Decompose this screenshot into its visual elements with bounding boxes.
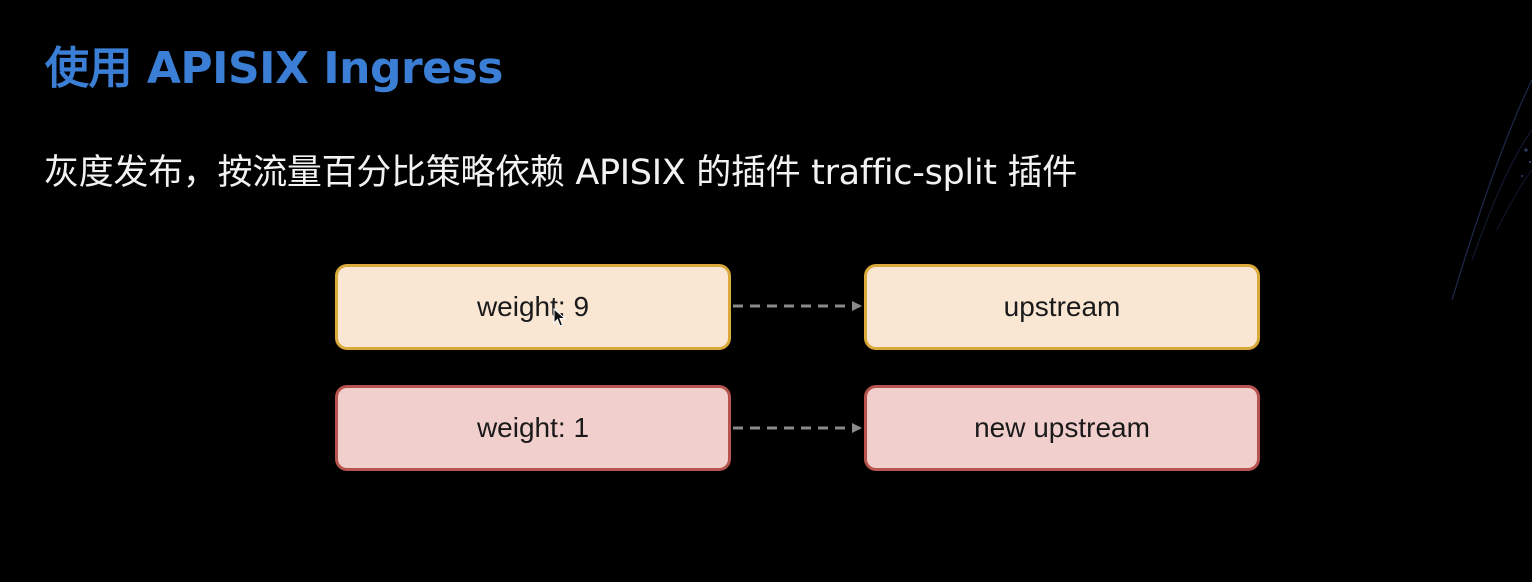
slide: 使用 APISIX Ingress 灰度发布，按流量百分比策略依赖 APISIX… (0, 0, 1532, 582)
node-weight-9-label: weight: 9 (476, 291, 590, 322)
node-new-upstream-label: new upstream (974, 412, 1150, 443)
mouse-cursor-icon (553, 308, 567, 327)
node-upstream: upstream (864, 264, 1260, 350)
node-weight-9: weight: 9 (335, 264, 731, 350)
slide-title: 使用 APISIX Ingress (45, 43, 503, 94)
slide-subtitle: 灰度发布，按流量百分比策略依赖 APISIX 的插件 traffic-split… (44, 153, 1077, 193)
node-weight-1: weight: 1 (335, 385, 731, 471)
node-weight-1-label: weight: 1 (476, 412, 590, 443)
node-new-upstream: new upstream (864, 385, 1260, 471)
decorative-lines (1451, 79, 1532, 300)
node-upstream-label: upstream (1003, 291, 1121, 322)
